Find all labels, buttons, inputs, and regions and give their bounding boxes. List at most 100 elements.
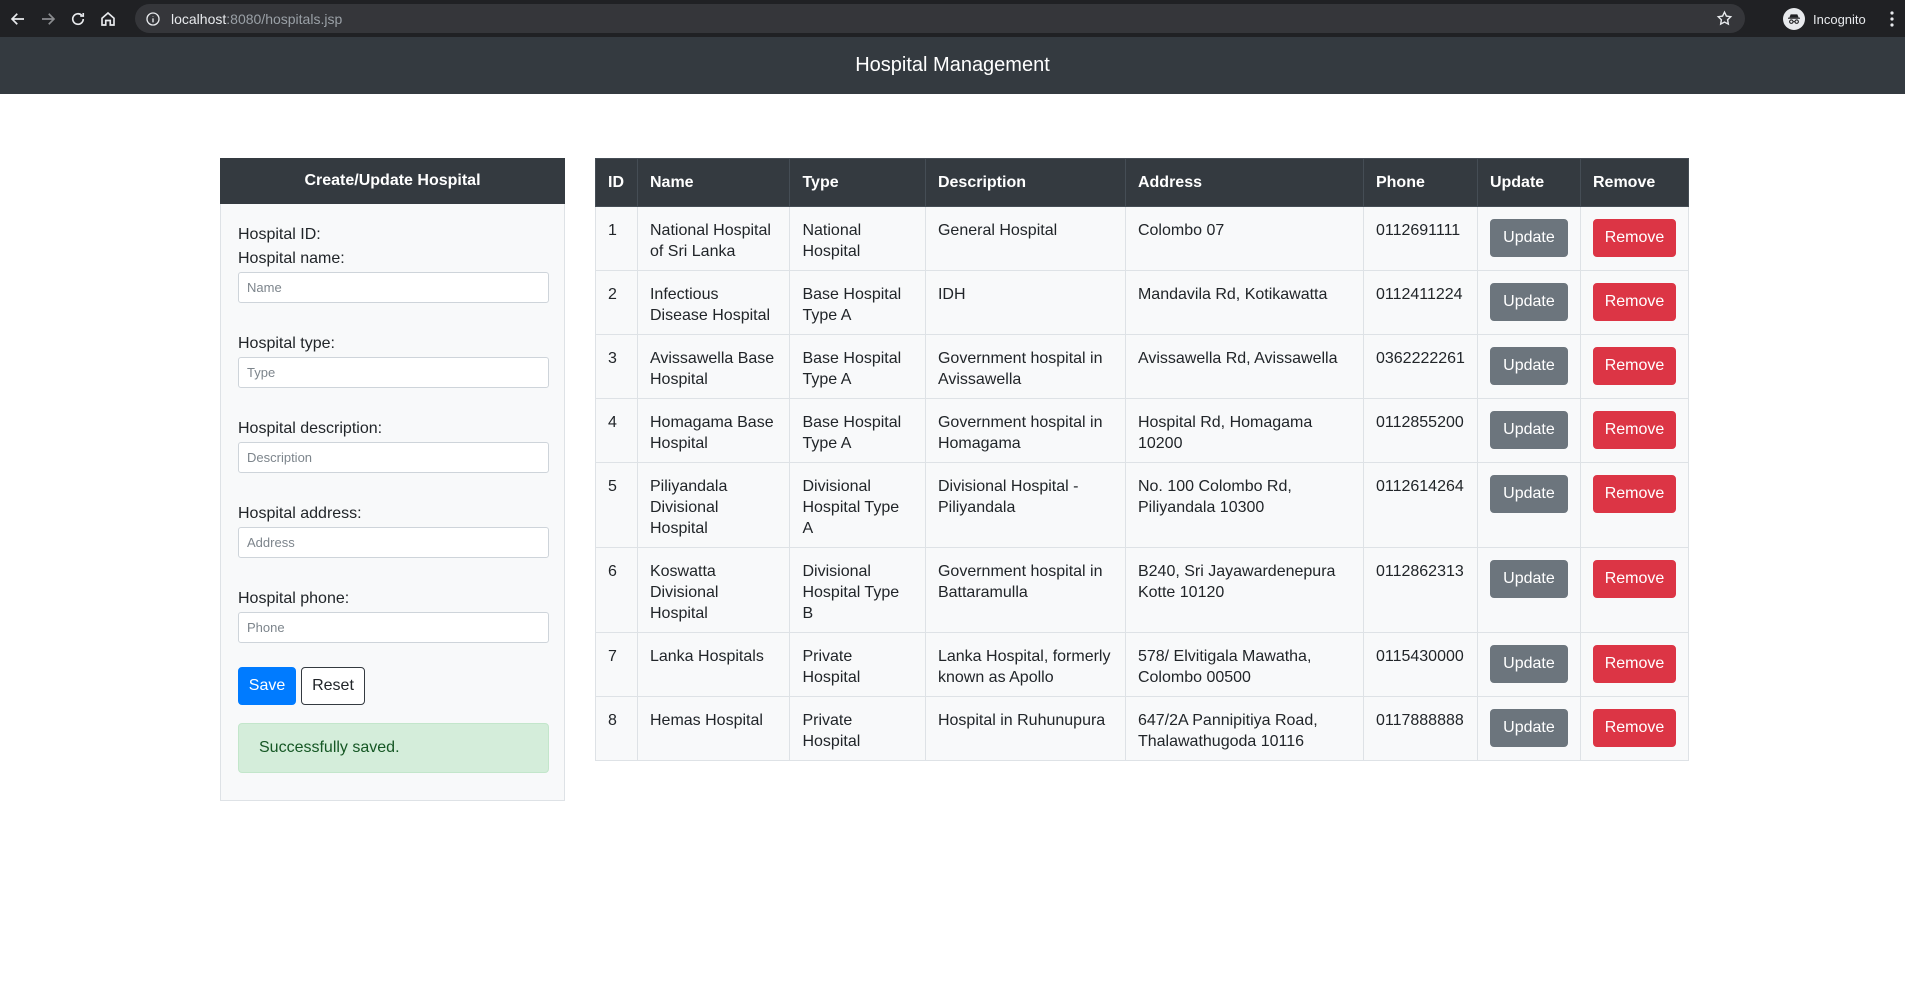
reset-button[interactable]: Reset [301,667,365,705]
update-cell: Update [1476,462,1582,548]
remove-cell: Remove [1580,206,1689,271]
hospital-type-label: Hospital type: [238,335,335,352]
hospital-address-label: Hospital address: [238,505,362,522]
hospital-id-label: Hospital ID: [238,226,321,243]
hospital-description-label: Hospital description: [238,420,383,437]
remove-cell: Remove [1580,632,1689,697]
remove-button[interactable]: Remove [1593,219,1676,257]
back-icon[interactable] [8,9,28,29]
hospital-address-cell: 578/ Elvitigala Mawatha, Colombo 00500 [1124,632,1364,697]
hospital-address-input[interactable] [238,527,549,558]
hospital-name-label: Hospital name: [238,250,345,267]
hospital-address-cell: 647/2A Pannipitiya Road, Thalawathugoda … [1124,696,1364,761]
update-button[interactable]: Update [1489,475,1568,513]
hospital-type-cell: Private Hospital [789,632,926,697]
table-row: 4 Homagama Base Hospital Base Hospital Typ… [595,398,1689,463]
forward-icon[interactable] [38,9,58,29]
hospital-description-cell: Government hospital in Homagama [924,398,1126,463]
column-header-name: Name [636,158,791,207]
hospital-type-cell: Private Hospital [789,696,926,761]
hospital-name-cell: Piliyandala Divisional Hospital [636,462,791,548]
table-header-row: ID Name Type Description Address Phone U… [595,158,1689,207]
page-title: Hospital Management [855,54,1050,76]
table-row: 3 Avissawella Base Hospital Base Hospital … [595,334,1689,399]
hospital-phone-label: Hospital phone: [238,590,350,607]
hospital-phone-cell: 0112691111 [1362,206,1478,271]
hospitals-table: ID Name Type Description Address Phone U… [595,158,1689,761]
column-header-type: Type [789,158,926,207]
remove-button[interactable]: Remove [1593,411,1676,449]
hospital-phone-cell: 0112614264 [1362,462,1478,548]
hospital-description-cell: Lanka Hospital, formerly known as Apollo [924,632,1126,697]
update-cell: Update [1476,270,1582,335]
remove-button[interactable]: Remove [1593,560,1676,598]
update-button[interactable]: Update [1489,283,1568,321]
remove-cell: Remove [1580,270,1689,335]
hospital-address-cell: B240, Sri Jayawardenepura Kotte 10120 [1124,547,1364,633]
update-button[interactable]: Update [1489,709,1568,747]
remove-cell: Remove [1580,462,1689,548]
home-icon[interactable] [98,9,118,29]
app-header: Hospital Management [0,37,1905,94]
update-button[interactable]: Update [1489,347,1568,385]
column-header-id: ID [595,158,638,207]
remove-button[interactable]: Remove [1593,475,1676,513]
url-text[interactable]: localhost:8080/hospitals.jsp [171,11,342,27]
hospital-phone-cell: 0117888888 [1362,696,1478,761]
hospital-type-input[interactable] [238,357,549,388]
hospital-address-cell: Avissawella Rd, Avissawella [1124,334,1364,399]
update-cell: Update [1476,696,1582,761]
hospital-form-card: Create/Update Hospital Hospital ID: Hosp… [220,158,565,801]
remove-cell: Remove [1580,696,1689,761]
hospital-type-cell: Base Hospital Type A [789,334,926,399]
remove-button[interactable]: Remove [1593,709,1676,747]
save-button[interactable]: Save [238,667,296,705]
column-header-address: Address [1124,158,1364,207]
hospital-name-input[interactable] [238,272,549,303]
hospital-name-cell: Lanka Hospitals [636,632,791,697]
reload-icon[interactable] [68,9,88,29]
hospital-address-cell: Hospital Rd, Homagama 10200 [1124,398,1364,463]
update-cell: Update [1476,334,1582,399]
hospitals-table-container: ID Name Type Description Address Phone U… [595,158,1689,761]
remove-button[interactable]: Remove [1593,645,1676,683]
address-bar[interactable]: localhost:8080/hospitals.jsp [135,4,1745,33]
hospital-phone-cell: 0112862313 [1362,547,1478,633]
table-row: 8 Hemas Hospital Private Hospital Hospital … [595,696,1689,761]
hospital-phone-cell: 0112411224 [1362,270,1478,335]
update-button[interactable]: Update [1489,560,1568,598]
table-body: 1 National Hospital of Sri Lanka National … [595,206,1689,761]
hospital-name-cell: Infectious Disease Hospital [636,270,791,335]
hospital-address-cell: No. 100 Colombo Rd, Piliyandala 10300 [1124,462,1364,548]
kebab-menu-icon[interactable] [1890,10,1894,28]
remove-button[interactable]: Remove [1593,347,1676,385]
form-actions: Save Reset [238,667,548,705]
update-button[interactable]: Update [1489,219,1568,257]
bookmark-star-icon[interactable] [1716,10,1733,27]
url-path: :8080/hospitals.jsp [226,10,343,27]
remove-cell: Remove [1580,334,1689,399]
update-button[interactable]: Update [1489,645,1568,683]
table-row: 7 Lanka Hospitals Private Hospital Lanka Ho… [595,632,1689,697]
hospital-description-input[interactable] [238,442,549,473]
info-icon[interactable] [145,11,161,27]
hospital-name-cell: Homagama Base Hospital [636,398,791,463]
hospital-id-cell: 5 [595,462,638,548]
update-button[interactable]: Update [1489,411,1568,449]
hospital-form: Hospital ID: Hospital name: Hospital typ… [221,204,564,773]
hospital-name-cell: Avissawella Base Hospital [636,334,791,399]
remove-button[interactable]: Remove [1593,283,1676,321]
success-alert: Successfully saved. [238,723,549,773]
browser-toolbar: localhost:8080/hospitals.jsp Incognito [0,0,1905,37]
hospital-id-cell: 1 [595,206,638,271]
hospital-description-cell: Hospital in Ruhunupura [924,696,1126,761]
column-header-phone: Phone [1362,158,1478,207]
hospital-phone-input[interactable] [238,612,549,643]
hospital-description-cell: IDH [924,270,1126,335]
hospital-address-cell: Mandavila Rd, Kotikawatta [1124,270,1364,335]
incognito-profile[interactable]: Incognito [1783,7,1866,31]
hospital-id-cell: 8 [595,696,638,761]
column-header-update: Update [1476,158,1582,207]
table-row: 6 Koswatta Divisional Hospital Divisional … [595,547,1689,633]
incognito-icon [1783,8,1805,30]
